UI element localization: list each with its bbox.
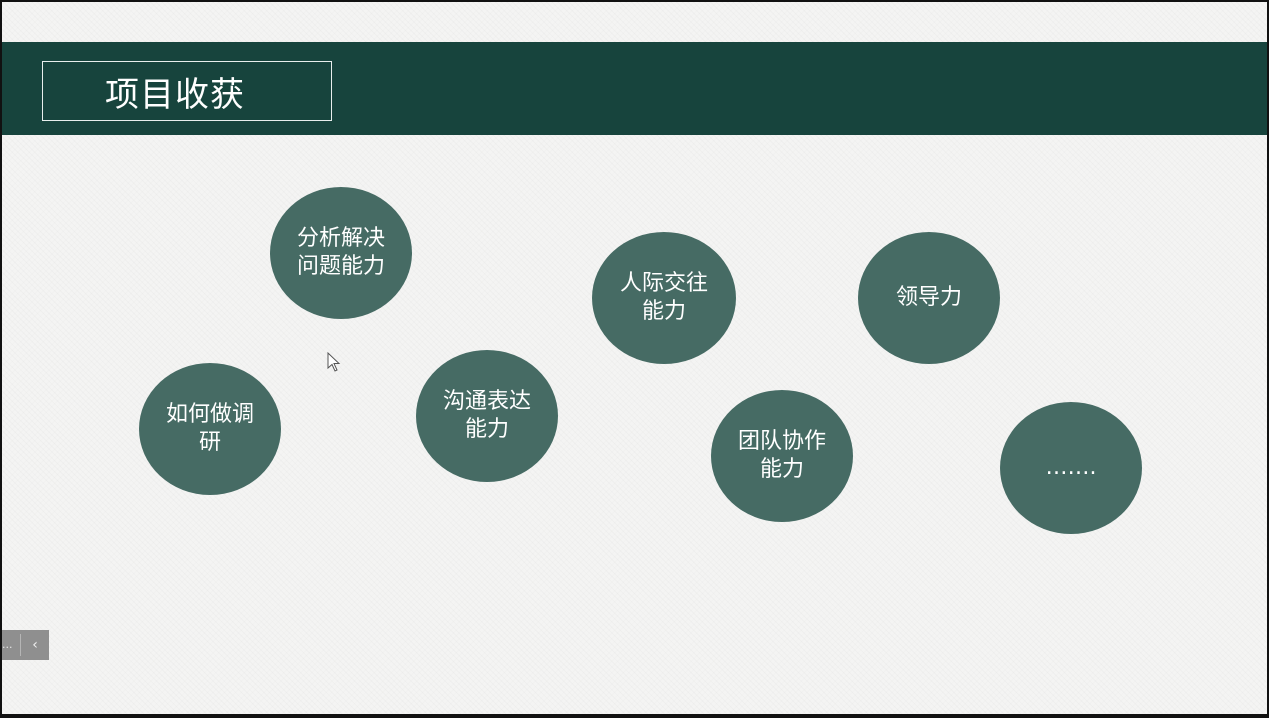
bubble-label: 人际交往 能力 bbox=[619, 271, 708, 324]
chevron-left-icon[interactable]: ‹ bbox=[21, 630, 49, 660]
bubble-leadership: 领导力 bbox=[858, 232, 1000, 364]
bubble-label: ……. bbox=[1045, 455, 1097, 480]
title-box: 项目收获 bbox=[42, 61, 332, 121]
bubble-label: 分析解决 问题能力 bbox=[296, 226, 385, 279]
slide-nav-control[interactable]: ... ‹ bbox=[2, 630, 49, 660]
bubble-more: ……. bbox=[1000, 402, 1142, 534]
slide-title: 项目收获 bbox=[105, 74, 245, 115]
bubble-label: 团队协作 能力 bbox=[737, 429, 826, 482]
mouse-pointer-icon bbox=[327, 352, 341, 372]
bubble-research: 如何做调 研 bbox=[139, 363, 281, 495]
nav-more-button[interactable]: ... bbox=[2, 630, 20, 660]
bubble-interpersonal: 人际交往 能力 bbox=[592, 232, 736, 364]
bubble-label: 如何做调 研 bbox=[165, 402, 254, 455]
bubble-communication: 沟通表达 能力 bbox=[416, 350, 558, 482]
bubble-label: 沟通表达 能力 bbox=[442, 389, 531, 442]
bubble-label: 领导力 bbox=[895, 285, 962, 310]
bubble-analysis: 分析解决 问题能力 bbox=[270, 187, 412, 319]
presentation-slide: 项目收获 分析解决 问题能力 如何做调 研 沟通表达 能力 人际交往 能力 领导… bbox=[2, 2, 1267, 714]
bubble-teamwork: 团队协作 能力 bbox=[711, 390, 853, 522]
